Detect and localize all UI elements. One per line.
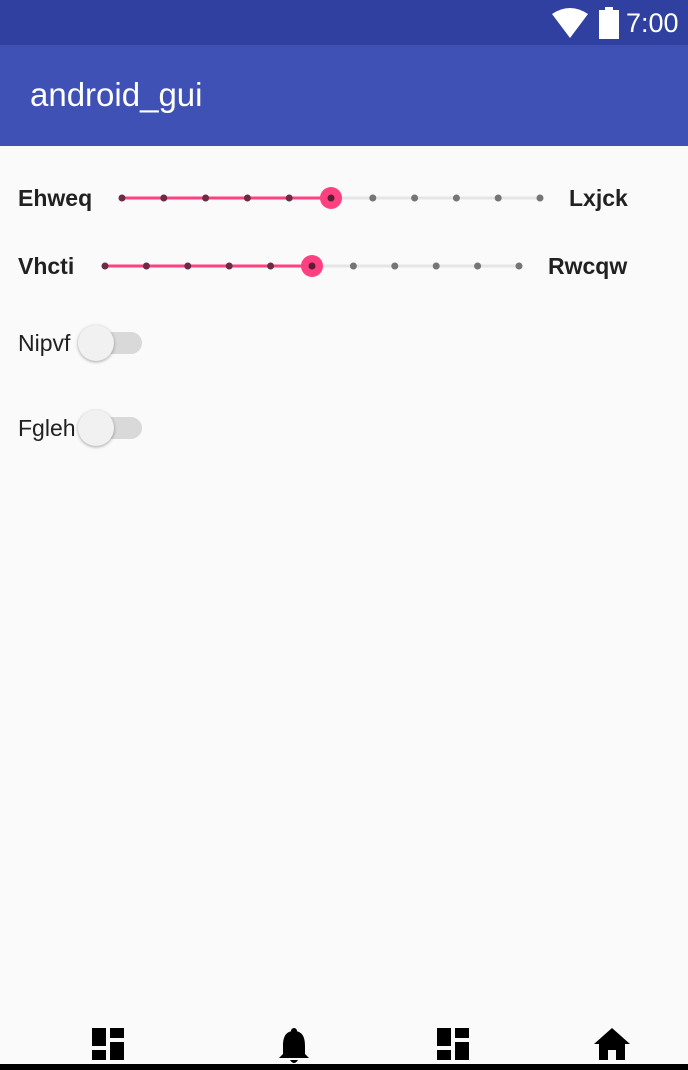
seekbar-thumb-tick xyxy=(327,194,335,202)
seekbar-row: Ehweq Lxjck xyxy=(0,178,688,218)
switch-label: Fgleh xyxy=(18,415,76,441)
seekbar-row: Vhcti Rwcqw xyxy=(0,246,688,286)
seekbar-tick xyxy=(142,262,150,270)
home-icon xyxy=(593,1026,633,1062)
app-bar: android_gui xyxy=(0,45,688,146)
screen: 7:00 android_gui Ehweq Lxjck Vhcti Rwcqw… xyxy=(0,0,688,1070)
navigation-bar-edge xyxy=(0,1064,688,1070)
status-time: 7:00 xyxy=(626,8,679,38)
bottom-navigation xyxy=(0,1012,688,1070)
seekbar-tick xyxy=(225,262,233,270)
seekbar-tick xyxy=(285,194,293,202)
status-bar: 7:00 xyxy=(0,0,688,45)
battery-icon xyxy=(598,7,620,44)
seekbar-tick xyxy=(118,194,126,202)
seekbar-tick xyxy=(515,262,523,270)
nav-item-notifications[interactable] xyxy=(276,1026,316,1066)
seekbar-tick xyxy=(243,194,251,202)
seekbar-tick xyxy=(432,262,440,270)
seekbar-tick xyxy=(391,262,399,270)
notifications-icon xyxy=(276,1026,316,1066)
seekbar-tick xyxy=(474,262,482,270)
dashboard-icon xyxy=(90,1026,130,1062)
seekbar-end-label: Rwcqw xyxy=(548,253,628,279)
seekbar-end-label: Lxjck xyxy=(569,185,628,211)
seekbar-thumb-tick xyxy=(308,262,316,270)
seekbar-tick xyxy=(267,262,275,270)
toggle-switch[interactable] xyxy=(78,410,144,446)
wifi-icon xyxy=(552,8,588,43)
toggle-switch[interactable] xyxy=(78,325,144,361)
seekbar-tick xyxy=(160,194,168,202)
switch-row: Nipvf xyxy=(0,318,688,368)
nav-item-dashboard[interactable] xyxy=(435,1026,475,1066)
switch-thumb[interactable] xyxy=(78,410,114,446)
seekbar-tick xyxy=(369,194,377,202)
seekbar-tick xyxy=(452,194,460,202)
seekbar-tick xyxy=(184,262,192,270)
switch-row: Fgleh xyxy=(0,403,688,453)
seekbar-tick xyxy=(494,194,502,202)
app-title: android_gui xyxy=(30,76,203,113)
dashboard-icon xyxy=(435,1026,475,1062)
nav-item-dashboard[interactable] xyxy=(90,1026,130,1066)
seekbar-tick xyxy=(101,262,109,270)
switch-thumb[interactable] xyxy=(78,325,114,361)
switch-label: Nipvf xyxy=(18,330,71,356)
seekbar-tick xyxy=(411,194,419,202)
seekbar-tick xyxy=(202,194,210,202)
seekbar-tick xyxy=(349,262,357,270)
seekbar-tick xyxy=(536,194,544,202)
nav-item-home[interactable] xyxy=(593,1026,633,1066)
